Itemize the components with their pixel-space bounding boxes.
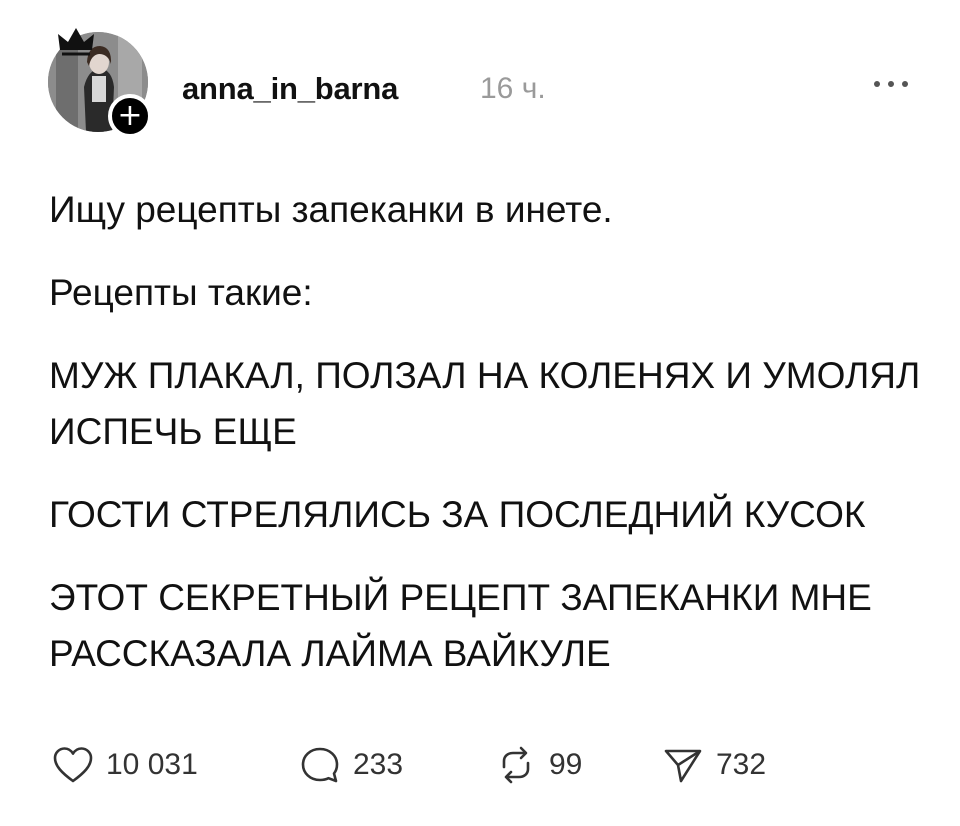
heart-icon [53, 747, 93, 783]
share-count: 732 [716, 748, 767, 781]
post-timestamp: 16 ч. [480, 72, 546, 105]
share-button[interactable]: 732 [662, 745, 822, 785]
like-button[interactable]: 10 031 [52, 745, 299, 785]
post-paragraph: МУЖ ПЛАКАЛ, ПОЛЗАЛ НА КОЛЕНЯХ И УМОЛЯЛ И… [49, 355, 921, 452]
post-paragraph: ГОСТИ СТРЕЛЯЛИСЬ ЗА ПОСЛЕДНИЙ КУСОК [49, 494, 866, 535]
repost-icon [502, 746, 530, 784]
ellipsis-icon[interactable] [868, 72, 914, 96]
post-paragraph: Рецепты такие: [49, 272, 313, 313]
repost-count: 99 [549, 748, 583, 781]
send-icon [664, 749, 702, 783]
post-actions: 10 031 233 99 732 [52, 740, 912, 790]
like-count: 10 031 [106, 748, 198, 781]
reply-count: 233 [353, 748, 404, 781]
follow-button[interactable]: + [108, 94, 152, 138]
post-header: + anna_in_barna 16 ч. [48, 18, 918, 138]
reply-button[interactable]: 233 [299, 745, 495, 785]
post-body: Ищу рецепты запеканки в инете. Рецепты т… [49, 182, 939, 709]
crown-icon [58, 28, 94, 56]
username[interactable]: anna_in_barna [182, 71, 398, 107]
post-paragraph: ЭТОТ СЕКРЕТНЫЙ РЕЦЕПТ ЗАПЕКАНКИ МНЕ РАСС… [49, 577, 872, 674]
comment-icon [301, 747, 339, 783]
post-paragraph: Ищу рецепты запеканки в инете. [49, 189, 613, 230]
avatar-container[interactable]: + [48, 28, 152, 138]
repost-button[interactable]: 99 [495, 745, 662, 785]
